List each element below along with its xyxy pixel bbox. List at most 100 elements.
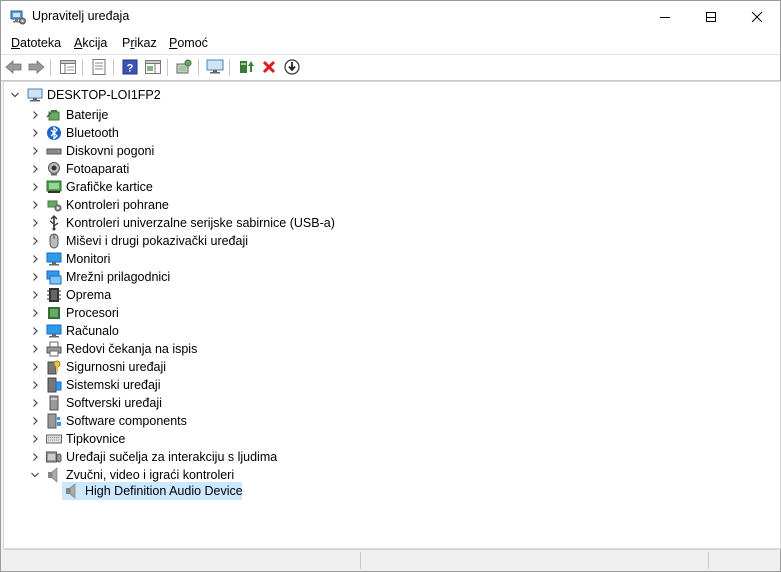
disk-drive-icon xyxy=(46,148,62,155)
chevron-right-icon[interactable] xyxy=(30,398,40,408)
chevron-right-icon[interactable] xyxy=(30,380,40,390)
console-tree-button[interactable] xyxy=(58,58,78,76)
chevron-right-icon[interactable] xyxy=(30,218,40,228)
close-button[interactable] xyxy=(734,1,780,32)
action-pane-button[interactable] xyxy=(143,58,163,76)
chevron-right-icon[interactable] xyxy=(30,200,40,210)
tree-item-miševi-i-drugi-pokazivački-uređaji[interactable]: Miševi i drugi pokazivački uređaji xyxy=(66,234,248,248)
back-button[interactable] xyxy=(4,58,24,76)
back-arrow-icon xyxy=(5,60,22,74)
speaker-icon xyxy=(66,483,76,499)
update-driver-icon xyxy=(240,61,254,73)
tree-item-tipkovnice[interactable]: Tipkovnice xyxy=(66,432,125,446)
scan-hardware-button[interactable] xyxy=(174,58,194,76)
tree-item-baterije[interactable]: Baterije xyxy=(66,108,108,122)
tree-item-sistemski-uređaji[interactable]: Sistemski uređaji xyxy=(66,378,160,392)
toolbar: ? xyxy=(1,54,780,81)
tree-item-diskovni-pogoni[interactable]: Diskovni pogoni xyxy=(66,144,154,158)
tree-item-high-definition-audio-device[interactable]: High Definition Audio Device xyxy=(85,484,243,498)
uninstall-device-button[interactable] xyxy=(259,58,279,76)
network-adapter-icon xyxy=(46,270,62,285)
tree-item-sigurnosni-uređaji[interactable]: Sigurnosni uređaji xyxy=(66,360,166,374)
tree-item-softverski-uređaji[interactable]: Softverski uređaji xyxy=(66,396,162,410)
tree-item-redovi-čekanja-na-ispis[interactable]: Redovi čekanja na ispis xyxy=(66,342,197,356)
security-device-icon xyxy=(47,360,61,375)
maximize-icon xyxy=(706,11,716,22)
computer-icon xyxy=(27,88,43,102)
chevron-right-icon[interactable] xyxy=(30,308,40,318)
action-pane-icon xyxy=(145,60,161,74)
system-device-icon xyxy=(47,377,62,393)
tree-item-oprema[interactable]: Oprema xyxy=(66,288,111,302)
forward-button[interactable] xyxy=(26,58,46,76)
processor-icon xyxy=(48,307,60,319)
update-driver-button[interactable] xyxy=(237,58,257,76)
chevron-right-icon[interactable] xyxy=(30,254,40,264)
tree-item-software-components[interactable]: Software components xyxy=(66,414,187,428)
hid-icon xyxy=(46,451,62,463)
printer-icon xyxy=(46,341,62,357)
mouse-icon xyxy=(49,233,59,249)
software-device-icon xyxy=(49,395,59,411)
battery-icon xyxy=(46,110,60,121)
chevron-right-icon[interactable] xyxy=(30,452,40,462)
help-icon: ? xyxy=(122,59,138,75)
computer-icon xyxy=(46,324,62,338)
monitor-icon xyxy=(46,252,62,266)
device-manager-icon xyxy=(10,10,26,25)
chevron-right-icon[interactable] xyxy=(30,344,40,354)
tree-item-uređaji-sučelja-za-interakciju-s-ljudima[interactable]: Uređaji sučelja za interakciju s ljudima xyxy=(66,450,277,464)
monitor-button[interactable] xyxy=(205,58,225,76)
chevron-right-icon[interactable] xyxy=(30,272,40,282)
tree-item-monitori[interactable]: Monitori xyxy=(66,252,110,266)
tree-item-grafičke-kartice[interactable]: Grafičke kartice xyxy=(66,180,153,194)
tree-item-mrežni-prilagodnici[interactable]: Mrežni prilagodnici xyxy=(66,270,170,284)
maximize-button[interactable] xyxy=(688,1,734,32)
chevron-right-icon[interactable] xyxy=(30,290,40,300)
firmware-icon xyxy=(47,288,61,302)
chevron-right-icon[interactable] xyxy=(30,182,40,192)
help-button[interactable]: ? xyxy=(120,58,140,76)
software-component-icon xyxy=(47,413,61,429)
chevron-right-icon[interactable] xyxy=(30,326,40,336)
menu-file[interactable]: Datoteka xyxy=(11,36,61,50)
tree-item-kontroleri-pohrane[interactable]: Kontroleri pohrane xyxy=(66,198,169,212)
disable-device-icon xyxy=(284,59,300,75)
tree-item-zvučni-video-i-igraći-kontroleri[interactable]: Zvučni, video i igraći kontroleri xyxy=(66,468,234,482)
svg-text:?: ? xyxy=(127,63,134,75)
tree-item-fotoaparati[interactable]: Fotoaparati xyxy=(66,162,129,176)
chevron-down-icon[interactable] xyxy=(10,90,20,100)
storage-controller-icon xyxy=(47,200,62,212)
display-adapter-icon xyxy=(46,180,62,193)
menu-help[interactable]: Pomoć xyxy=(169,36,208,50)
window-title: Upravitelj uređaja xyxy=(32,9,130,23)
chevron-right-icon[interactable] xyxy=(30,362,40,372)
chevron-right-icon[interactable] xyxy=(30,146,40,156)
chevron-right-icon[interactable] xyxy=(30,110,40,120)
tree-item-bluetooth[interactable]: Bluetooth xyxy=(66,126,119,140)
camera-icon xyxy=(48,162,60,176)
menu-view[interactable]: Prikaz xyxy=(122,36,157,50)
chevron-right-icon[interactable] xyxy=(30,164,40,174)
tree-item-računalo[interactable]: Računalo xyxy=(66,324,119,338)
menu-action[interactable]: Akcija xyxy=(74,36,107,50)
close-icon xyxy=(751,11,763,22)
forward-arrow-icon xyxy=(28,60,45,74)
show-hide-console-tree-icon xyxy=(60,60,76,74)
chevron-down-icon[interactable] xyxy=(30,470,40,480)
tree-item-procesori[interactable]: Procesori xyxy=(66,306,119,320)
properties-button[interactable] xyxy=(89,58,109,76)
chevron-right-icon[interactable] xyxy=(30,128,40,138)
keyboard-icon xyxy=(46,434,62,444)
chevron-right-icon[interactable] xyxy=(30,416,40,426)
device-tree: DESKTOP-LOI1FP2 Baterije Bluetooth Diskovn… xyxy=(3,81,781,549)
status-bar xyxy=(3,549,779,571)
tree-item-kontroleri-univerzalne-serijske-sabirnice-usb-a[interactable]: Kontroleri univerzalne serijske sabirnic… xyxy=(66,216,335,230)
chevron-right-icon[interactable] xyxy=(30,236,40,246)
minimize-button-area[interactable] xyxy=(642,1,688,32)
disable-device-button[interactable] xyxy=(282,58,302,76)
uninstall-device-icon xyxy=(262,60,276,74)
chevron-right-icon[interactable] xyxy=(30,434,40,444)
device-manager-window: Upravitelj uređaja Datoteka Akcija Prika… xyxy=(0,0,781,572)
tree-root-label[interactable]: DESKTOP-LOI1FP2 xyxy=(47,88,161,102)
